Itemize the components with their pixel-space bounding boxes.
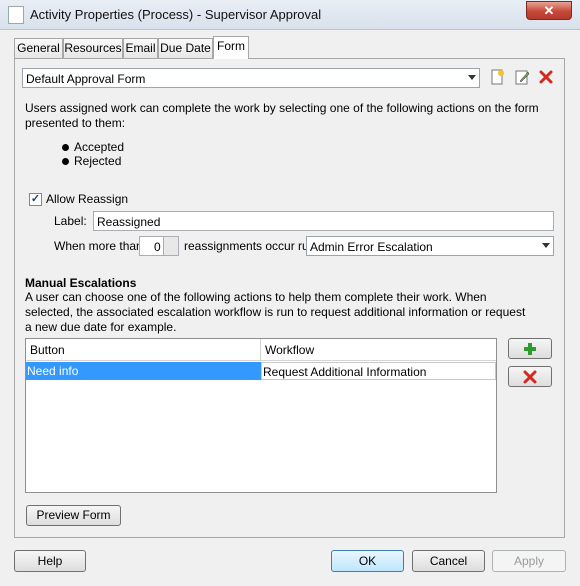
stepper-down-button[interactable] [163, 246, 178, 255]
cancel-button[interactable]: Cancel [412, 550, 485, 572]
escalation-workflow-select[interactable]: Admin Error Escalation [306, 236, 554, 256]
row-workflow-cell[interactable]: Request Additional Information [261, 362, 496, 380]
reassign-count-value: 0 [154, 240, 161, 254]
label-field-label: Label: [54, 214, 87, 228]
bullet-icon [62, 158, 69, 165]
edit-form-button[interactable] [513, 69, 531, 87]
column-header-button[interactable]: Button [26, 339, 261, 361]
checkmark-icon: ✓ [30, 193, 41, 205]
reassign-count-stepper[interactable]: 0 [139, 236, 179, 256]
tab-resources[interactable]: Resources [63, 38, 123, 58]
column-header-workflow[interactable]: Workflow [261, 339, 496, 361]
delete-icon [539, 70, 553, 84]
label-input-value: Reassigned [97, 215, 161, 229]
tab-email[interactable]: Email [123, 38, 158, 58]
edit-document-icon [515, 70, 530, 85]
add-escalation-button[interactable] [508, 338, 552, 359]
manual-escalations-heading: Manual Escalations [25, 276, 137, 290]
form-select[interactable]: Default Approval Form [22, 68, 480, 88]
reassign-prefix: When more than [54, 239, 143, 253]
close-icon: ✕ [543, 3, 555, 18]
ok-button[interactable]: OK [331, 550, 404, 572]
window-title: Activity Properties (Process) - Supervis… [30, 7, 322, 22]
preview-form-button[interactable]: Preview Form [26, 505, 121, 526]
intro-text: Users assigned work can complete the wor… [25, 101, 539, 130]
label-input[interactable]: Reassigned [93, 211, 554, 231]
reassign-suffix: reassignments occur run [184, 239, 316, 253]
escalations-table: Button Workflow Need info Request Additi… [25, 338, 497, 493]
chevron-down-icon [542, 243, 550, 248]
plus-icon [524, 343, 536, 355]
remove-escalation-button[interactable] [508, 366, 552, 387]
tab-general[interactable]: General [14, 38, 63, 58]
help-button[interactable]: Help [14, 550, 86, 572]
escalation-workflow-value: Admin Error Escalation [310, 240, 433, 254]
java-app-icon [8, 6, 24, 24]
action-rejected: Rejected [74, 154, 122, 168]
new-document-icon [491, 69, 504, 85]
action-accepted: Accepted [74, 140, 125, 154]
tab-due-date[interactable]: Due Date [158, 38, 213, 58]
tab-form[interactable]: Form [213, 36, 249, 59]
allow-reassign-checkbox[interactable]: ✓ [29, 193, 42, 206]
delete-icon [523, 370, 537, 384]
close-window-button[interactable]: ✕ [526, 1, 572, 20]
delete-form-button[interactable] [537, 69, 555, 87]
new-form-button[interactable] [488, 69, 506, 87]
stepper-up-button[interactable] [163, 237, 178, 246]
apply-button[interactable]: Apply [492, 550, 566, 572]
chevron-down-icon [468, 75, 476, 80]
bullet-icon [62, 144, 69, 151]
row-button-cell[interactable]: Need info [26, 362, 261, 380]
form-select-value: Default Approval Form [26, 72, 146, 86]
allow-reassign-label: Allow Reassign [46, 192, 129, 206]
table-row[interactable]: Need info Request Additional Information [26, 362, 496, 380]
manual-escalations-description: A user can choose one of the following a… [25, 290, 526, 334]
